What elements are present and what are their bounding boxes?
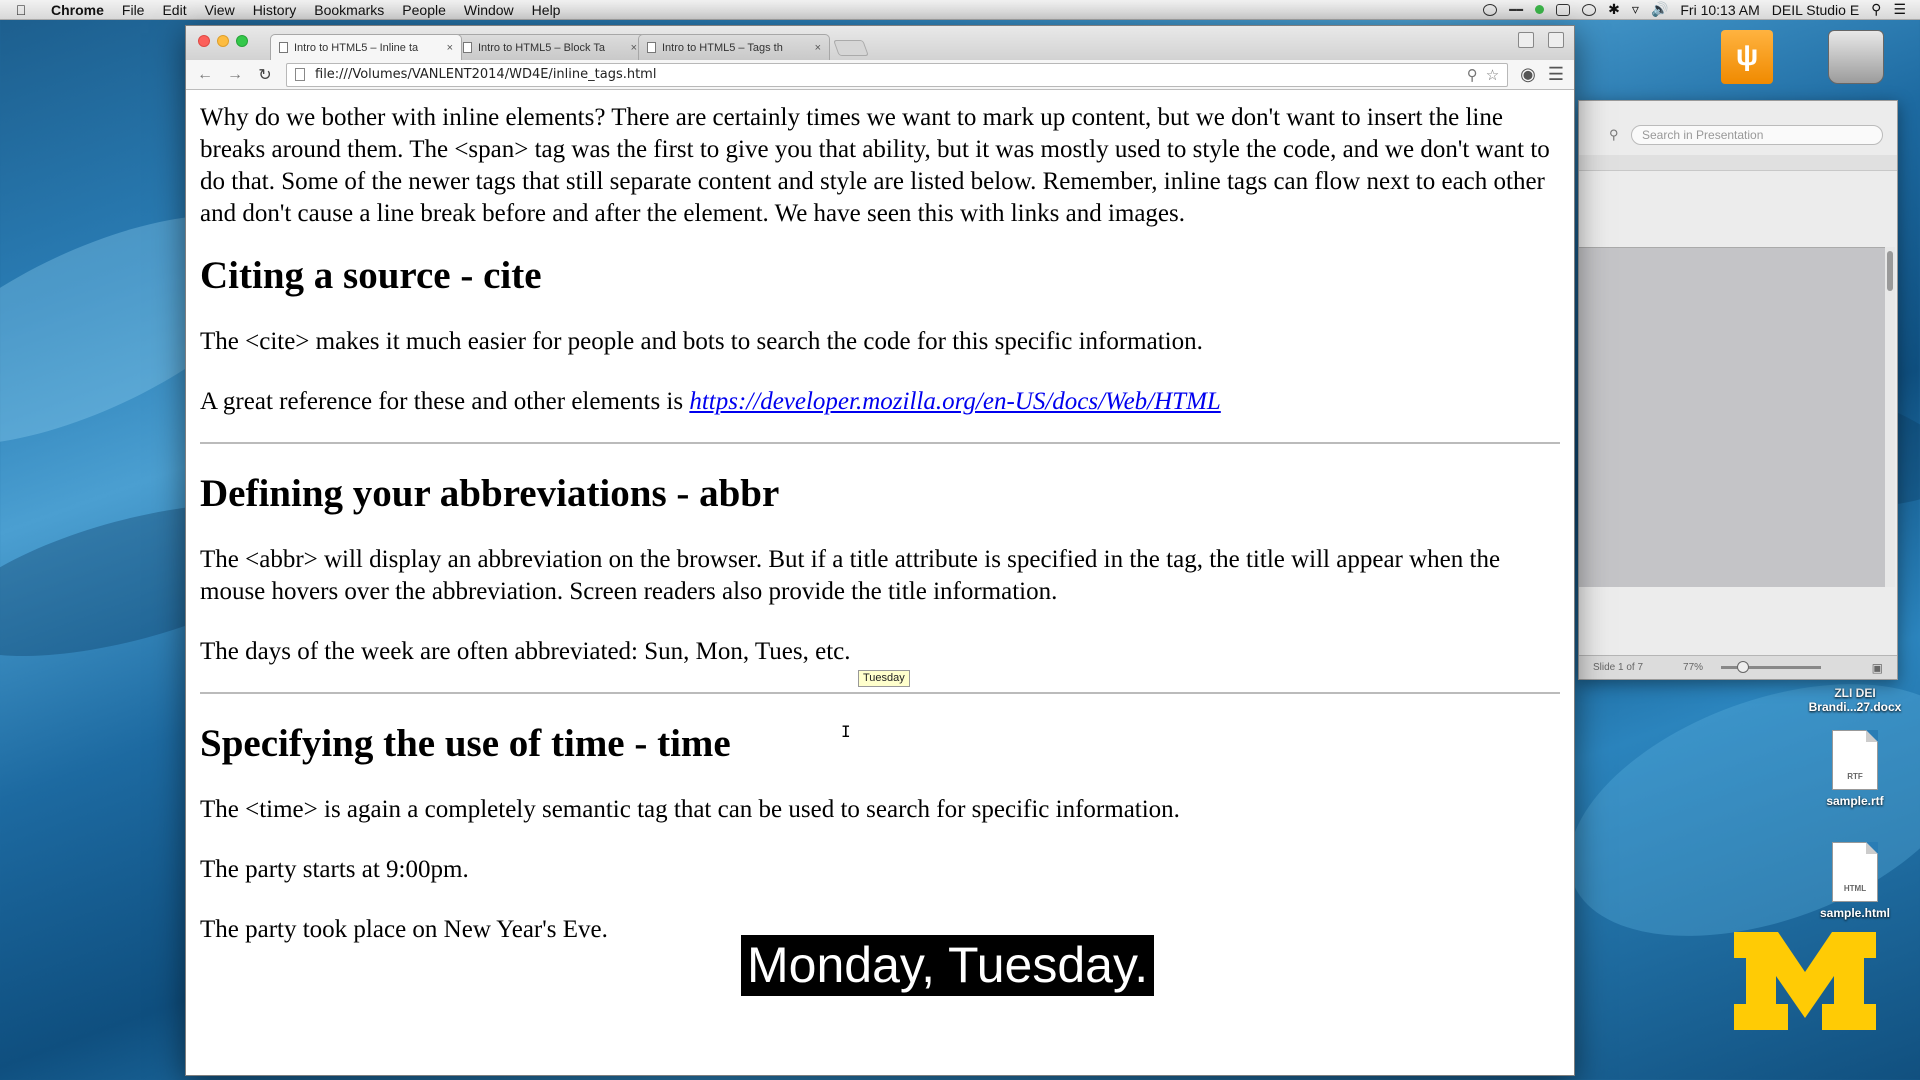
slide-counter: Slide 1 of 7 <box>1593 662 1644 673</box>
video-subtitle: Monday, Tuesday. <box>741 935 1155 996</box>
clock[interactable]: Fri 10:13 AM <box>1680 2 1759 18</box>
status-icon[interactable] <box>1483 3 1498 16</box>
menu-bookmarks[interactable]: Bookmarks <box>305 2 393 18</box>
browser-window: Intro to HTML5 – Inline ta × Intro to HT… <box>185 25 1575 1076</box>
search-icon: ⚲ <box>1609 127 1619 142</box>
menu-app-name[interactable]: Chrome <box>42 2 113 18</box>
menu-file[interactable]: File <box>113 2 154 18</box>
time-heading: Specifying the use of time - time <box>200 722 731 765</box>
new-tab-button[interactable] <box>833 40 869 56</box>
cite-paragraph: The <cite> makes it much easier for peop… <box>200 328 1203 355</box>
desktop-file-rtf[interactable]: RTF sample.rtf <box>1810 730 1900 808</box>
browser-toolbar: ← → ↻ file:///Volumes/VANLENT2014/WD4E/i… <box>186 60 1574 90</box>
zoom-slider[interactable] <box>1721 661 1822 673</box>
zoom-icon[interactable]: ⚲ <box>1467 66 1478 84</box>
chrome-menu-icon[interactable]: ☰ <box>1548 64 1564 85</box>
abbr-tooltip: Tuesday <box>858 670 910 687</box>
fullscreen-icon[interactable] <box>1548 32 1564 48</box>
usb-drive-icon[interactable]: ψ <box>1717 30 1777 84</box>
close-tab-icon[interactable]: × <box>631 42 637 54</box>
window-close-button[interactable] <box>198 35 210 47</box>
presentation-toolbar <box>1579 155 1897 171</box>
airplay-icon[interactable] <box>1556 3 1571 16</box>
close-tab-icon[interactable]: × <box>815 42 821 54</box>
volume-icon[interactable]: 🔊 <box>1651 1 1668 18</box>
forward-button[interactable]: → <box>226 66 244 84</box>
url-text[interactable]: file:///Volumes/VANLENT2014/WD4E/inline_… <box>315 67 1459 82</box>
page-content: Why do we bother with inline elements? T… <box>186 90 1574 1074</box>
window-minimize-button[interactable] <box>217 35 229 47</box>
desktop-file-html[interactable]: HTML sample.html <box>1810 842 1900 920</box>
hard-drive-icon[interactable] <box>1826 30 1886 84</box>
slide-canvas[interactable] <box>1579 247 1885 587</box>
spotlight-icon[interactable]: ⚲ <box>1871 1 1881 18</box>
window-zoom-button[interactable] <box>236 35 248 47</box>
fit-to-window-icon[interactable]: ▣ <box>1872 661 1883 675</box>
close-tab-icon[interactable]: × <box>447 42 453 54</box>
presentation-window[interactable]: ⚲ Search in Presentation Slide 1 of 7 77… <box>1578 100 1898 680</box>
page-icon <box>463 42 472 53</box>
time-paragraph: The <time> is again a completely semanti… <box>200 796 1180 823</box>
time-example-1: The party starts at 9:00pm. <box>200 856 469 883</box>
menu-bar:  Chrome File Edit View History Bookmark… <box>0 0 1920 20</box>
rtf-file-icon: RTF <box>1832 730 1878 790</box>
menu-help[interactable]: Help <box>523 2 570 18</box>
menu-edit[interactable]: Edit <box>153 2 195 18</box>
menu-window[interactable]: Window <box>455 2 523 18</box>
reference-paragraph: A great reference for these and other el… <box>200 388 1221 415</box>
abbr-example-wrap: The days of the week are often abbreviat… <box>200 636 1560 687</box>
intro-paragraph: Why do we bother with inline elements? T… <box>200 104 1550 227</box>
mdn-reference-link[interactable]: https://developer.mozilla.org/en-US/docs… <box>689 388 1220 415</box>
recording-status-icon[interactable]: ▬▬ <box>1509 6 1523 13</box>
presentation-status-bar: Slide 1 of 7 77% ▣ <box>1579 655 1897 679</box>
page-icon <box>279 42 288 53</box>
extension-icon[interactable]: ◉ <box>1520 64 1536 85</box>
slide-scrollbar[interactable] <box>1885 247 1895 587</box>
abbr-paragraph: The <abbr> will display an abbreviation … <box>200 546 1501 605</box>
cite-heading: Citing a source - cite <box>200 254 542 297</box>
reload-button[interactable]: ↻ <box>256 65 274 85</box>
presentation-search-input[interactable]: Search in Presentation <box>1631 125 1883 145</box>
menu-people[interactable]: People <box>393 2 455 18</box>
tab-block-tags[interactable]: Intro to HTML5 – Block Ta × <box>454 34 646 60</box>
tab-tags[interactable]: Intro to HTML5 – Tags th × <box>638 34 830 60</box>
page-icon <box>647 42 656 53</box>
bookmark-star-icon[interactable]: ☆ <box>1486 66 1499 84</box>
section-divider <box>200 692 1560 694</box>
time-machine-icon[interactable] <box>1582 3 1597 16</box>
apple-icon[interactable]:  <box>0 2 42 18</box>
html-file-icon: HTML <box>1832 842 1878 902</box>
profile-icon[interactable] <box>1518 32 1534 48</box>
tab-inline-tags[interactable]: Intro to HTML5 – Inline ta × <box>270 34 462 60</box>
section-divider <box>200 442 1560 444</box>
address-bar[interactable]: file:///Volumes/VANLENT2014/WD4E/inline_… <box>286 62 1509 87</box>
abbr-example[interactable]: The days of the week are often abbreviat… <box>200 636 1560 668</box>
user-name[interactable]: DEIL Studio E <box>1772 2 1859 18</box>
zoom-level: 77% <box>1683 662 1704 673</box>
recording-dot-icon[interactable] <box>1535 5 1545 14</box>
wifi-icon[interactable]: ▿ <box>1632 1 1639 18</box>
bluetooth-icon[interactable]: ✱ <box>1608 1 1620 18</box>
desktop-file-docx[interactable]: ZLI DEI Brandi...27.docx <box>1800 686 1910 714</box>
page-icon <box>295 68 305 81</box>
browser-titlebar: Intro to HTML5 – Inline ta × Intro to HT… <box>186 26 1574 60</box>
menu-history[interactable]: History <box>244 2 306 18</box>
block-m-logo <box>1730 928 1880 1034</box>
text-cursor-icon: I <box>841 722 851 741</box>
zoom-slider-handle[interactable] <box>1737 661 1750 673</box>
notification-center-icon[interactable]: ☰ <box>1893 1 1906 18</box>
abbr-heading: Defining your abbreviations - abbr <box>200 472 780 515</box>
menu-view[interactable]: View <box>196 2 244 18</box>
back-button[interactable]: ← <box>196 66 214 84</box>
